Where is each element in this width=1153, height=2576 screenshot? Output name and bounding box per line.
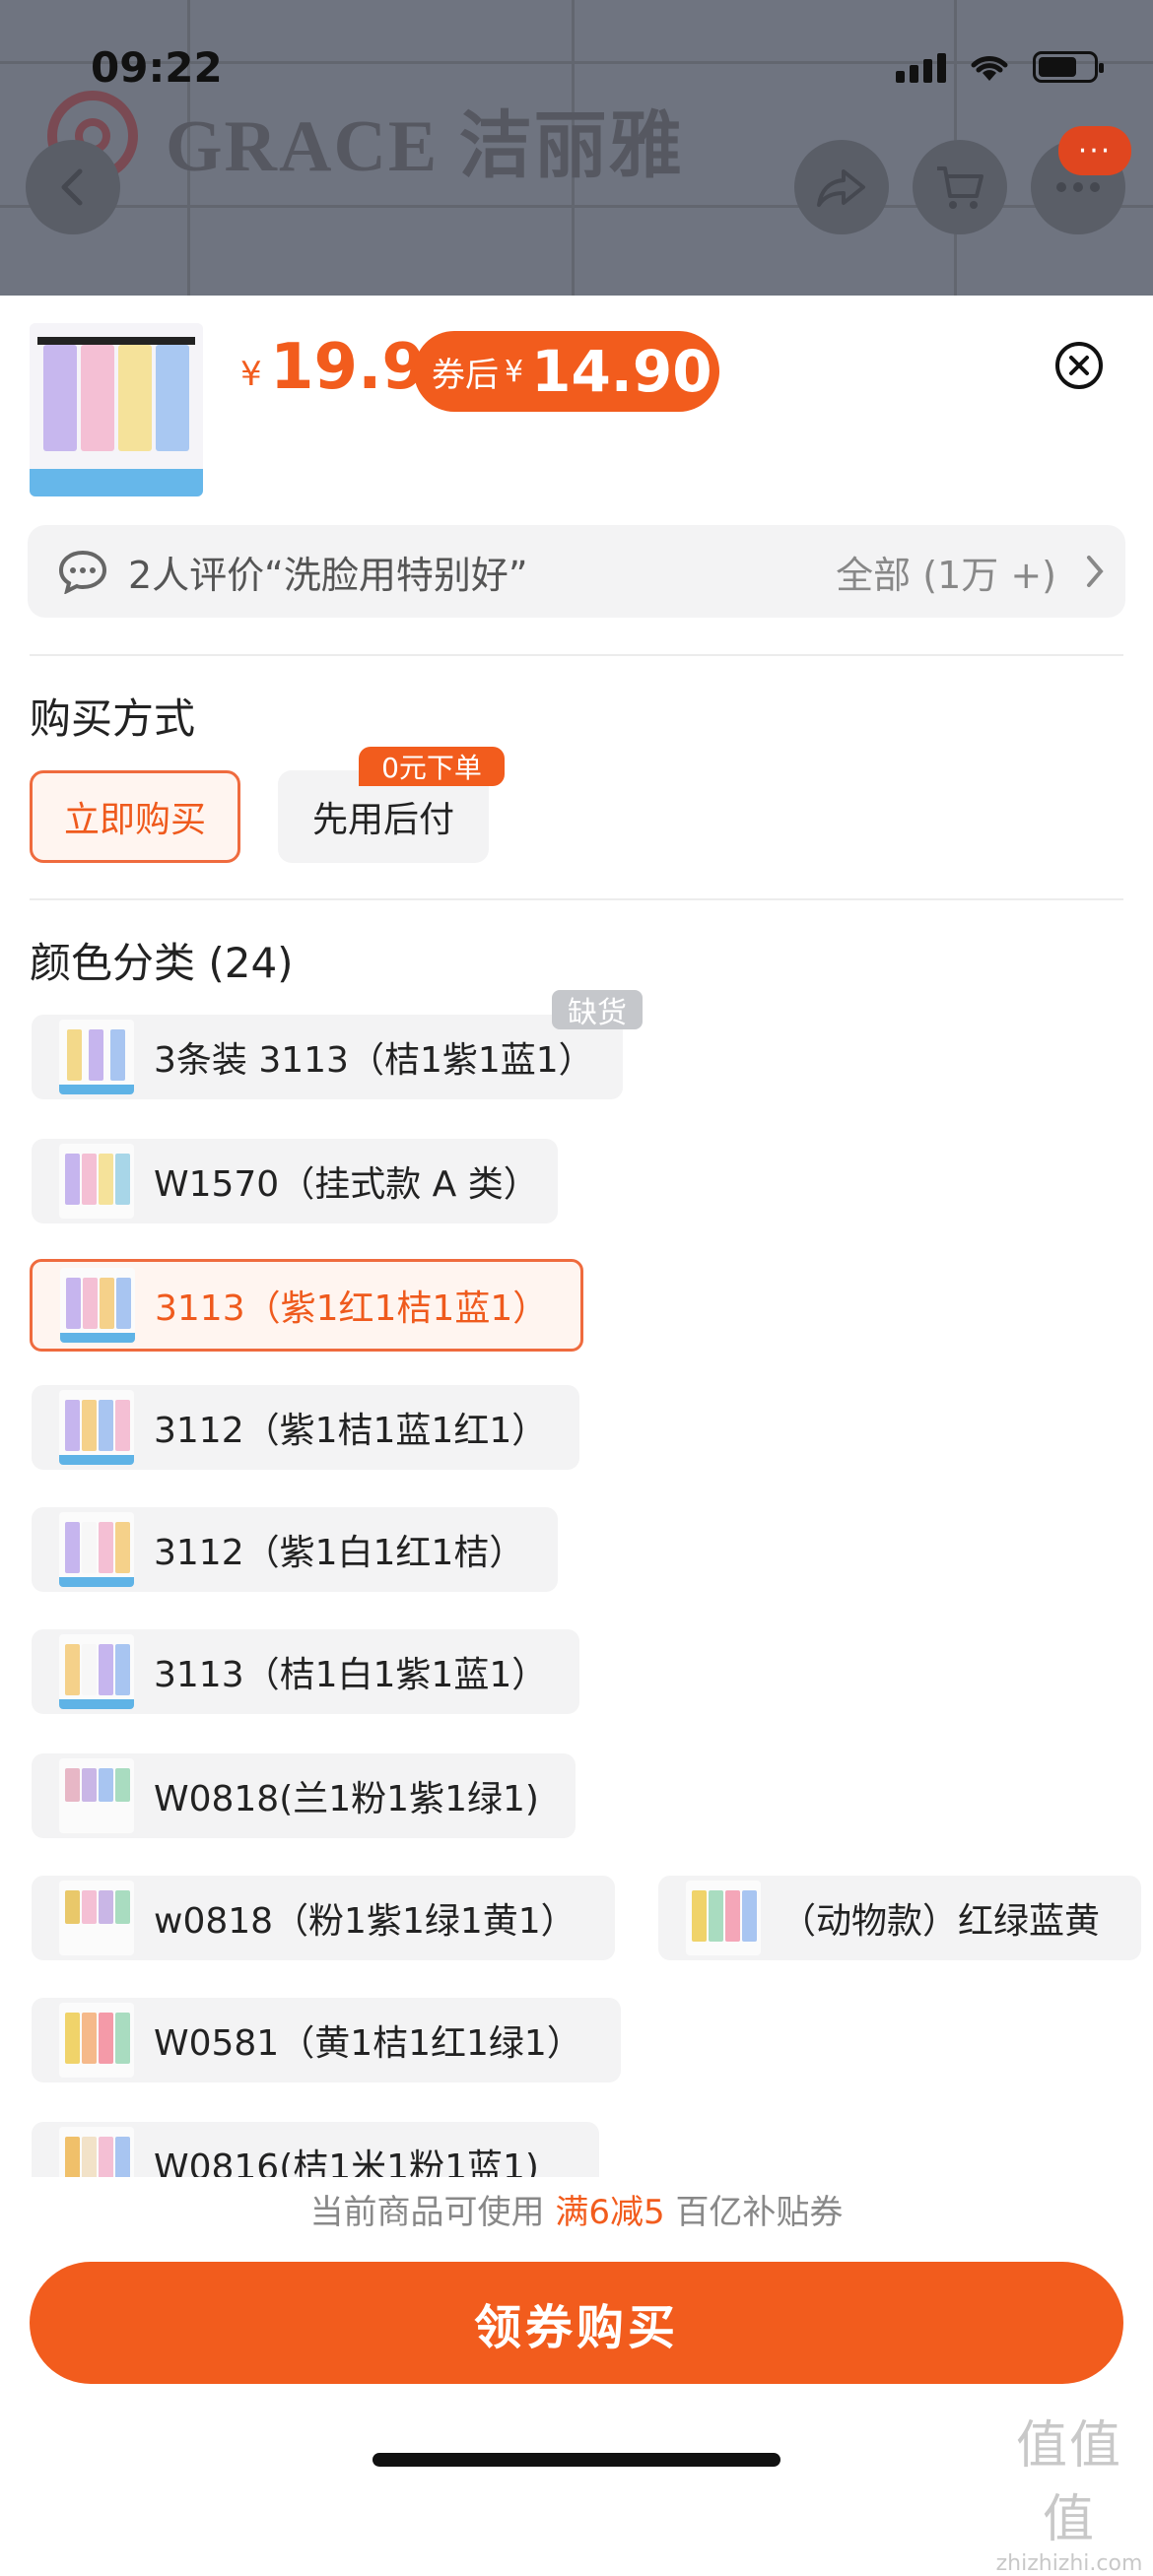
share-icon: [817, 169, 865, 207]
coupon-price: 14.90: [531, 338, 712, 405]
option-thumbnail: [59, 2127, 134, 2177]
option-thumbnail: [59, 1512, 134, 1587]
color-option[interactable]: w0818（粉1紫1绿1黄1）: [32, 1876, 615, 1960]
share-button[interactable]: [794, 140, 889, 234]
watermark-url: zhizhizhi.com: [995, 2551, 1143, 2576]
review-text: 2人评价“洗脸用特别好”: [128, 553, 528, 597]
option-thumbnail: [59, 1144, 134, 1219]
color-option[interactable]: W0581（黄1桔1红1绿1）: [32, 1998, 621, 2082]
option-thumbnail: [59, 2003, 134, 2078]
claim-coupon-buy-button[interactable]: 领券购买: [30, 2262, 1123, 2384]
back-button[interactable]: [26, 140, 120, 234]
home-indicator: [373, 2453, 780, 2467]
divider: [30, 654, 1123, 656]
color-option-label: 3112（紫1白1红1桔）: [154, 1533, 525, 1573]
option-thumbnail: [59, 1390, 134, 1465]
color-option-label: W0816(桔1米1粉1蓝1): [154, 2147, 539, 2177]
option-thumbnail: [59, 1634, 134, 1709]
color-option[interactable]: W1570（挂式款 A 类）: [32, 1139, 558, 1223]
all-reviews-link[interactable]: 全部 (1万 +): [836, 545, 1056, 599]
color-category-title: 颜色分类 (24): [30, 939, 294, 987]
watermark: 值值值 zhizhizhi.com: [995, 2404, 1143, 2576]
color-option-selected[interactable]: 3113（紫1红1桔1蓝1）: [30, 1259, 583, 1352]
close-icon: [1055, 342, 1103, 389]
color-option-label: w0818（粉1紫1绿1黄1）: [154, 1901, 576, 1942]
color-option-label: 3113（紫1红1桔1蓝1）: [155, 1288, 549, 1329]
color-option[interactable]: 3113（桔1白1紫1蓝1）: [32, 1629, 579, 1714]
product-thumbnail[interactable]: [30, 323, 203, 496]
option-thumbnail: [686, 1881, 761, 1955]
color-option[interactable]: 3条装 3113（桔1紫1蓝1）: [32, 1015, 623, 1099]
color-option-label: W1570（挂式款 A 类）: [154, 1164, 539, 1205]
option-thumbnail: [59, 1020, 134, 1094]
battery-icon: [1033, 51, 1104, 83]
status-time: 09:22: [91, 43, 223, 92]
option-thumbnail: [60, 1268, 135, 1343]
color-option-label: 3112（紫1桔1蓝1红1）: [154, 1411, 548, 1451]
coupon-label: 券后: [432, 355, 499, 395]
color-option-label: 3条装 3113（桔1紫1蓝1）: [154, 1040, 594, 1081]
close-button[interactable]: [1054, 341, 1104, 390]
promo-suffix: 百亿补贴券: [675, 2193, 844, 2232]
zero-down-badge: 0元下单: [359, 747, 505, 786]
promo-text: 当前商品可使用 满6减5 百亿补贴券: [0, 2185, 1153, 2233]
divider: [30, 898, 1123, 900]
comment-icon: [58, 550, 107, 594]
product-price: 19.9: [270, 331, 426, 404]
chevron-left-icon: [61, 168, 83, 206]
review-summary-bar[interactable]: 2人评价“洗脸用特别好” 全部 (1万 +): [28, 525, 1125, 618]
out-of-stock-badge: 缺货: [552, 990, 643, 1030]
cart-button[interactable]: [913, 140, 1007, 234]
purchase-method-title: 购买方式: [30, 694, 196, 743]
color-option[interactable]: 3112（紫1白1红1桔）: [32, 1507, 558, 1592]
color-option-label: W0818(兰1粉1紫1绿1): [154, 1779, 539, 1819]
coupon-currency: ¥: [505, 354, 524, 389]
promo-highlight: 满6减5: [555, 2193, 665, 2232]
coupon-price-badge: 券后 ¥ 14.90: [414, 331, 719, 412]
promo-prefix: 当前商品可使用: [309, 2193, 545, 2232]
color-option-label: 3113（桔1白1紫1蓝1）: [154, 1655, 548, 1695]
watermark-logo: 值值值: [1015, 2416, 1122, 2549]
color-option[interactable]: W0818(兰1粉1紫1绿1): [32, 1753, 576, 1838]
cellular-signal-icon: [896, 53, 946, 83]
price-currency: ¥: [240, 355, 262, 394]
wifi-icon: [971, 56, 1008, 81]
more-dots-icon: [1056, 182, 1100, 192]
chevron-right-icon: [1087, 556, 1104, 587]
color-option[interactable]: （动物款）红绿蓝黄: [658, 1876, 1141, 1960]
color-option-list[interactable]: 3条装 3113（桔1紫1蓝1） W1570（挂式款 A 类） 3113（紫1红…: [0, 1005, 1153, 2177]
message-badge: ···: [1058, 126, 1131, 175]
option-thumbnail: [59, 1758, 134, 1833]
status-icons: [896, 51, 1104, 83]
buy-now-option[interactable]: 立即购买: [30, 770, 240, 863]
color-option-label: （动物款）红绿蓝黄: [780, 1901, 1101, 1942]
cart-icon: [937, 166, 983, 209]
towel-image: [30, 323, 203, 496]
option-thumbnail: [59, 1881, 134, 1955]
color-option[interactable]: 3112（紫1桔1蓝1红1）: [32, 1385, 579, 1470]
color-option-label: W0581（黄1桔1红1绿1）: [154, 2023, 582, 2064]
color-option[interactable]: W0816(桔1米1粉1蓝1): [32, 2122, 599, 2177]
brand-text: GRACE 洁丽雅: [166, 106, 684, 187]
